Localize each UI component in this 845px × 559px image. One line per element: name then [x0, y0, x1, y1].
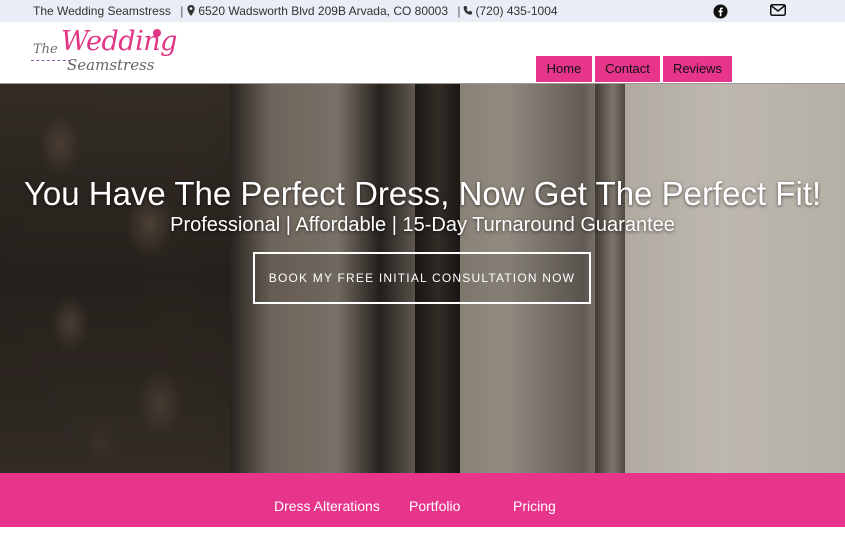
hero-subtitle: Professional | Affordable | 15-Day Turna… [170, 214, 675, 236]
site-header: The Wedding Seamstress Home Contact Revi… [0, 22, 845, 84]
logo-the: The [33, 42, 58, 57]
nav-home-button[interactable]: Home [536, 56, 592, 82]
nav-reviews-button[interactable]: Reviews [663, 56, 732, 82]
main-nav: Home Contact Reviews [536, 56, 732, 82]
contact-info: The Wedding Seamstress | 6520 Wadsworth B… [33, 4, 558, 18]
separator: | [180, 4, 184, 18]
services-nav: Dress Alterations Portfolio Pricing [0, 473, 845, 527]
nav-dress-alterations-link[interactable]: Dress Alterations [274, 498, 380, 514]
logo-stitch-line [31, 60, 71, 61]
site-logo[interactable]: The Wedding Seamstress [31, 26, 183, 80]
address-text: 6520 Wadsworth Blvd 209B Arvada, CO 8000… [198, 4, 449, 18]
hero-banner: You Have The Perfect Dress, Now Get The … [0, 84, 845, 473]
separator: | [457, 4, 461, 18]
logo-pin-icon [153, 29, 161, 37]
top-info-bar: The Wedding Seamstress | 6520 Wadsworth B… [0, 0, 845, 22]
nav-portfolio-link[interactable]: Portfolio [409, 498, 460, 514]
envelope-icon[interactable] [770, 4, 786, 16]
phone-icon [464, 6, 473, 15]
facebook-icon[interactable] [713, 4, 728, 19]
nav-contact-button[interactable]: Contact [595, 56, 660, 82]
nav-pricing-link[interactable]: Pricing [513, 498, 556, 514]
logo-seamstress: Seamstress [67, 56, 155, 74]
phone-number[interactable]: (720) 435-1004 [475, 4, 557, 18]
hero-title: You Have The Perfect Dress, Now Get The … [23, 175, 822, 212]
book-consultation-button[interactable]: BOOK MY FREE INITIAL CONSULTATION NOW [253, 252, 591, 304]
map-marker-icon [187, 5, 195, 16]
business-name: The Wedding Seamstress [33, 4, 171, 18]
